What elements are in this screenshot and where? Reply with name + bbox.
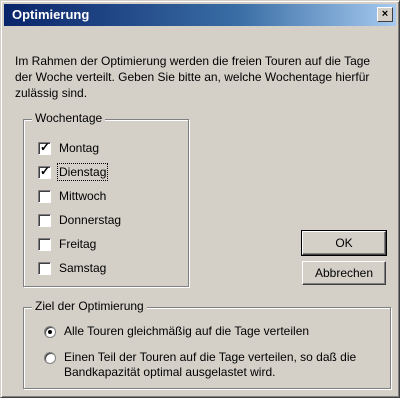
checkbox[interactable] <box>38 237 51 251</box>
checkmark-icon: ✓ <box>40 163 51 178</box>
radio-button[interactable] <box>44 326 56 338</box>
close-button[interactable]: × <box>377 7 393 22</box>
checkmark-icon: ✓ <box>40 139 51 154</box>
radio-selected-icon <box>48 330 52 334</box>
checkbox[interactable] <box>38 261 51 275</box>
weekday-label: Donnerstag <box>59 213 122 227</box>
weekday-label: Freitag <box>59 237 97 251</box>
goal-group: Ziel der Optimierung Alle Touren gleichm… <box>23 299 391 389</box>
weekdays-group: Wochentage ✓ Montag ✓ Dienstag Mittwoch … <box>23 111 189 287</box>
weekday-label: Montag <box>59 141 100 155</box>
cancel-button[interactable]: Abbrechen <box>302 261 386 285</box>
ok-button[interactable]: OK <box>301 230 387 256</box>
checkbox[interactable] <box>38 213 51 227</box>
weekday-label: Dienstag <box>56 163 109 181</box>
close-icon: × <box>381 8 389 20</box>
checkbox[interactable]: ✓ <box>38 139 51 155</box>
weekday-dienstag[interactable]: ✓ Dienstag <box>38 163 109 181</box>
weekday-label: Mittwoch <box>59 189 107 203</box>
goal-option-label: Einen Teil der Touren auf die Tage verte… <box>64 350 357 379</box>
checkbox[interactable] <box>38 189 51 203</box>
goal-legend: Ziel der Optimierung <box>32 299 147 313</box>
weekday-label: Samstag <box>59 261 107 275</box>
weekday-donnerstag[interactable]: Donnerstag <box>38 212 121 228</box>
goal-option-capacity[interactable]: Einen Teil der Touren auf die Tage verte… <box>44 350 374 380</box>
weekday-freitag[interactable]: Freitag <box>38 236 96 252</box>
description-text: Im Rahmen der Optimierung werden die fre… <box>15 54 371 100</box>
title-bar[interactable]: Optimierung × <box>4 4 396 26</box>
checkbox[interactable]: ✓ <box>38 163 51 179</box>
goal-option-even[interactable]: Alle Touren gleichmäßig auf die Tage ver… <box>44 324 374 339</box>
radio-button[interactable] <box>44 352 56 364</box>
weekday-montag[interactable]: ✓ Montag <box>38 140 99 156</box>
weekdays-legend: Wochentage <box>32 111 106 125</box>
window-title: Optimierung <box>12 7 90 22</box>
optimierung-dialog: Optimierung × Im Rahmen der Optimierung … <box>0 0 400 398</box>
goal-option-label: Alle Touren gleichmäßig auf die Tage ver… <box>64 324 310 338</box>
weekday-mittwoch[interactable]: Mittwoch <box>38 188 106 204</box>
weekday-samstag[interactable]: Samstag <box>38 260 106 276</box>
